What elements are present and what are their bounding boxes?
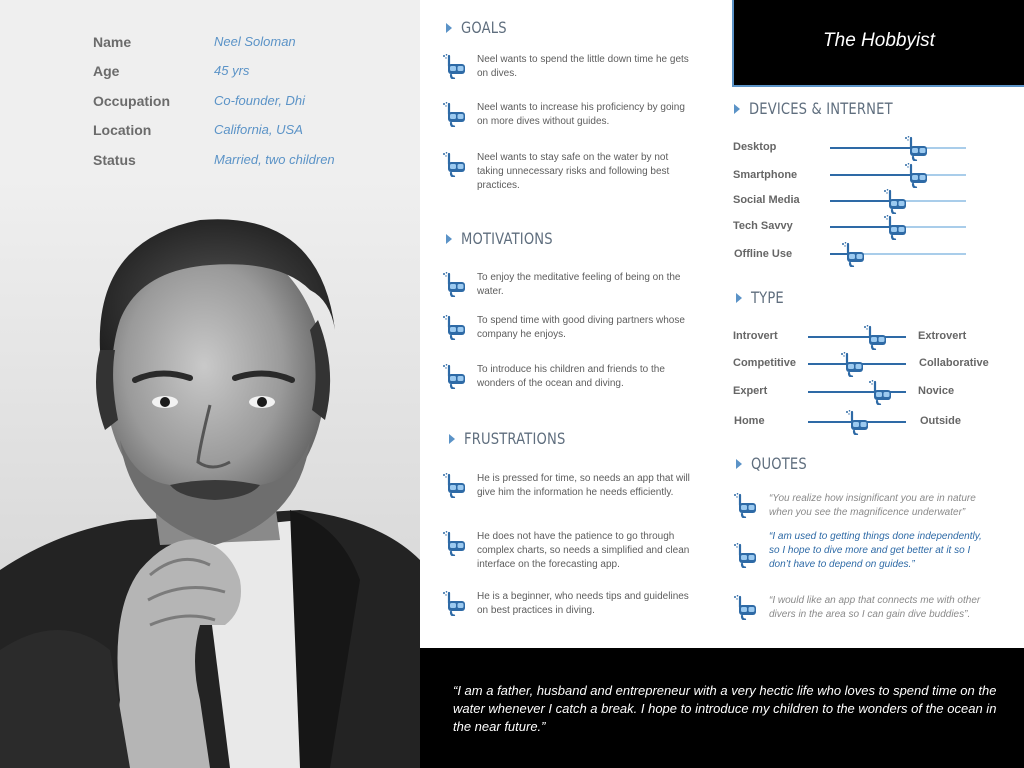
- persona-title-box: The Hobbyist: [732, 0, 1024, 87]
- snorkel-mask-icon: [840, 241, 866, 267]
- info-label: Status: [93, 152, 136, 168]
- type-right-label: Outside: [920, 415, 961, 427]
- snorkel-mask-icon: [441, 271, 467, 297]
- snorkel-mask-icon: [844, 409, 870, 435]
- triangle-right-icon: [446, 234, 452, 244]
- type-left-label: Introvert: [733, 330, 778, 342]
- snorkel-mask-icon: [862, 324, 888, 350]
- type-left-label: Expert: [733, 385, 768, 397]
- snorkel-mask-icon: [441, 363, 467, 389]
- snorkel-mask-icon: [839, 351, 865, 377]
- type-left-label: Home: [734, 415, 765, 427]
- device-track: [830, 174, 966, 176]
- device-label: Social Media: [733, 194, 800, 206]
- device-track: [830, 147, 966, 149]
- info-row-status: Status Married, two children: [93, 152, 393, 172]
- snorkel-mask-icon: [441, 472, 467, 498]
- info-label: Name: [93, 34, 132, 50]
- triangle-right-icon: [449, 434, 455, 444]
- persona-portrait: [0, 180, 420, 768]
- info-value: Neel Soloman: [214, 34, 296, 49]
- type-left-label: Competitive: [733, 357, 796, 369]
- snorkel-mask-icon: [882, 188, 908, 214]
- info-row-occupation: Occupation Co-founder, Dhi: [93, 93, 393, 113]
- type-right-label: Extrovert: [918, 330, 967, 342]
- device-label: Desktop: [733, 141, 777, 153]
- triangle-right-icon: [446, 23, 452, 33]
- snorkel-mask-icon: [732, 542, 758, 568]
- bio-quote-banner: “I am a father, husband and entrepreneur…: [420, 648, 1024, 768]
- type-right-label: Novice: [918, 385, 955, 397]
- snorkel-mask-icon: [903, 162, 929, 188]
- snorkel-mask-icon: [867, 379, 893, 405]
- info-label: Location: [93, 122, 152, 138]
- persona-title: The Hobbyist: [823, 30, 935, 51]
- triangle-right-icon: [736, 293, 742, 303]
- type-track: [808, 336, 906, 338]
- info-label: Age: [93, 63, 120, 79]
- persona-profile-column: Name Neel Soloman Age 45 yrs Occupation …: [0, 0, 420, 768]
- info-row-location: Location California, USA: [93, 122, 393, 142]
- info-value: Co-founder, Dhi: [214, 93, 306, 108]
- device-label: Smartphone: [733, 169, 798, 181]
- snorkel-mask-icon: [903, 135, 929, 161]
- triangle-right-icon: [734, 104, 740, 114]
- snorkel-mask-icon: [441, 53, 467, 79]
- snorkel-mask-icon: [732, 594, 758, 620]
- snorkel-mask-icon: [882, 214, 908, 240]
- snorkel-mask-icon: [441, 314, 467, 340]
- device-label: Tech Savvy: [733, 220, 793, 232]
- snorkel-mask-icon: [441, 101, 467, 127]
- info-value: 45 yrs: [214, 63, 250, 78]
- snorkel-mask-icon: [732, 492, 758, 518]
- info-value: Married, two children: [214, 152, 335, 167]
- info-row-name: Name Neel Soloman: [93, 34, 393, 54]
- triangle-right-icon: [736, 459, 742, 469]
- device-label: Offline Use: [734, 248, 793, 260]
- info-value: California, USA: [214, 122, 303, 137]
- snorkel-mask-icon: [441, 590, 467, 616]
- bio-quote: “I am a father, husband and entrepreneur…: [453, 683, 997, 734]
- type-right-label: Collaborative: [919, 357, 989, 369]
- info-label: Occupation: [93, 93, 171, 109]
- snorkel-mask-icon: [441, 151, 467, 177]
- snorkel-mask-icon: [441, 530, 467, 556]
- info-row-age: Age 45 yrs: [93, 63, 393, 83]
